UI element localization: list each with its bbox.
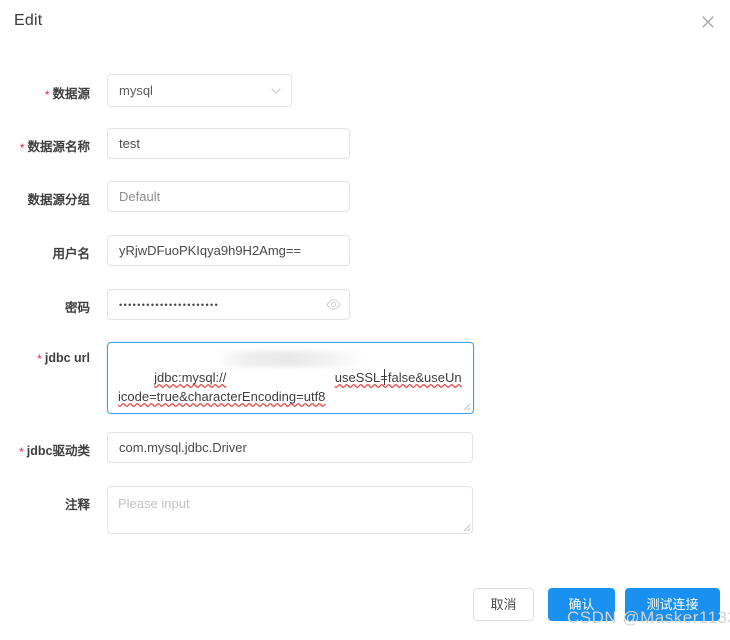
confirm-button[interactable]: 确认 xyxy=(548,588,615,621)
label-password: 密码 xyxy=(64,301,90,315)
page-title: Edit xyxy=(14,12,43,29)
label-datasource: * 数据源 xyxy=(44,87,90,102)
required-asterisk: * xyxy=(37,352,42,366)
label-jdbc-driver: * jdbc驱动类 xyxy=(19,444,90,459)
chevron-down-icon xyxy=(270,85,282,97)
jdbc-driver-input[interactable] xyxy=(107,432,473,463)
label-datasource-name: * 数据源名称 xyxy=(19,140,90,155)
jdbc-url-control: jdbc:mysql:// useSSL=false&useUnicode=tr… xyxy=(107,342,474,414)
dialog-footer: 取消 确认 测试连接 xyxy=(0,588,730,624)
remark-textarea[interactable] xyxy=(107,486,473,534)
username-input[interactable] xyxy=(107,235,350,266)
form-row-datasource-name: * 数据源名称 xyxy=(0,128,730,162)
close-icon[interactable] xyxy=(698,12,718,32)
label-remark: 注释 xyxy=(64,498,90,512)
form-row-datasource-group: 数据源分组 xyxy=(0,181,730,215)
remark-control xyxy=(107,486,473,534)
form-row-jdbc-driver: * jdbc驱动类 xyxy=(0,432,730,466)
required-asterisk: * xyxy=(44,88,50,102)
username-control xyxy=(107,235,350,266)
required-asterisk: * xyxy=(19,445,24,459)
dialog-header: Edit xyxy=(0,0,730,48)
jdbc-driver-control xyxy=(107,432,473,463)
label-username: 用户名 xyxy=(52,247,90,261)
form-row-jdbc-url: * jdbc url jdbc:mysql:// useSSL=false&use… xyxy=(0,342,730,414)
jdbc-url-textarea[interactable] xyxy=(107,342,474,414)
datasource-group-control xyxy=(107,181,350,212)
form-row-password: 密码 •••••••••••••••••••••• xyxy=(0,289,730,323)
datasource-select-value: mysql xyxy=(119,83,153,98)
datasource-name-control xyxy=(107,128,350,159)
password-input[interactable]: •••••••••••••••••••••• xyxy=(107,289,350,320)
cancel-button[interactable]: 取消 xyxy=(473,588,534,621)
edit-datasource-dialog: Edit * 数据源 mysql * 数据源名称 test 数据源分组 Defa… xyxy=(0,0,730,640)
form-row-datasource: * 数据源 mysql xyxy=(0,74,730,110)
eye-icon[interactable] xyxy=(326,297,341,312)
label-jdbc-url: * jdbc url xyxy=(37,351,90,366)
required-asterisk: * xyxy=(19,141,25,155)
test-connection-button[interactable]: 测试连接 xyxy=(625,588,720,621)
datasource-select[interactable]: mysql xyxy=(107,74,292,107)
datasource-group-input[interactable] xyxy=(107,181,350,212)
label-datasource-group: 数据源分组 xyxy=(27,193,90,207)
form-row-username: 用户名 xyxy=(0,235,730,269)
datasource-name-input[interactable] xyxy=(107,128,350,159)
text-caret xyxy=(384,369,385,385)
password-control: •••••••••••••••••••••• xyxy=(107,289,350,320)
form-row-remark: 注释 xyxy=(0,486,730,536)
